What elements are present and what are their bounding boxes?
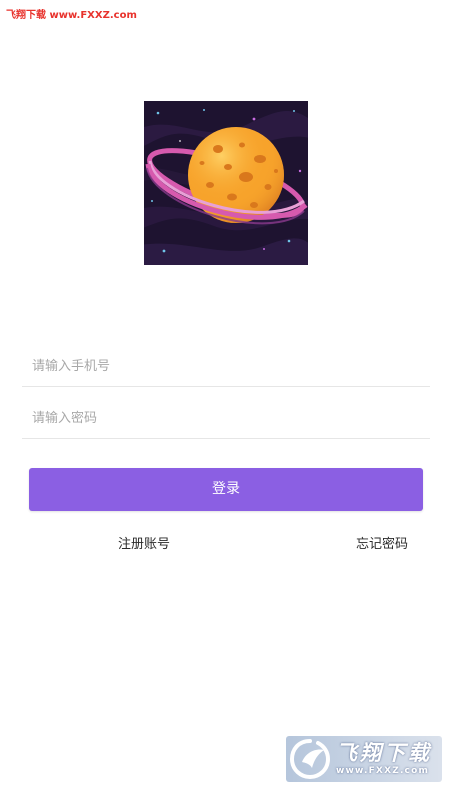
watermark-title: 飞翔下载 [336,741,432,765]
app-logo [144,101,308,265]
fxxz-logo-icon [289,739,331,780]
password-input[interactable] [32,398,412,438]
login-button[interactable]: 登录 [29,468,423,511]
watermark-url: www.FXXZ.com [336,766,430,776]
phone-field [22,346,430,387]
forgot-password-link[interactable]: 忘记密码 [356,533,408,552]
watermark-text: 飞翔下载 www.FXXZ.com [6,10,137,21]
register-link[interactable]: 注册账号 [118,533,170,552]
planet-logo-icon [144,101,308,265]
password-field [22,398,430,439]
watermark-badge: 飞翔下载 www.FXXZ.com [286,736,442,782]
login-screen: 飞翔下载 www.FXXZ.com 请输入手机号 登录 注册账号 忘记密码 飞翔… [0,0,452,792]
phone-input[interactable] [32,346,412,386]
